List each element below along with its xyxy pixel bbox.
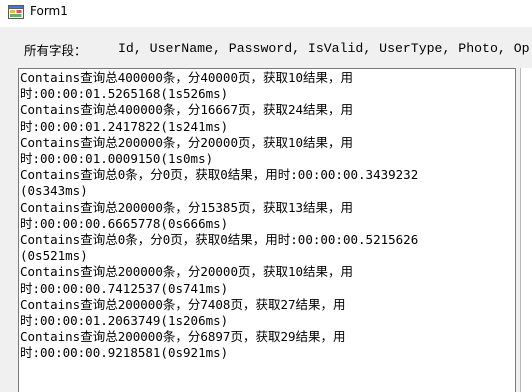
output-line: Contains查询总0条，分0页，获取0结果，用时:00:00:00.3439… — [20, 167, 419, 183]
output-line: Contains查询总200000条，分20000页，获取10结果，用 — [20, 264, 354, 280]
output-line: 时:00:00:01.0009150(1s0ms) — [20, 151, 214, 167]
windows-form-icon — [8, 5, 24, 19]
output-line: 时:00:00:01.5265168(1s526ms) — [20, 86, 229, 102]
output-line: 时:00:00:00.6665778(0s666ms) — [20, 215, 229, 231]
fields-row: 所有字段： Id, UserName, Password, IsValid, U… — [0, 27, 532, 67]
right-panel-edge — [520, 68, 532, 392]
output-line: Contains查询总0条，分0页，获取0结果，用时:00:00:00.5215… — [20, 232, 419, 248]
output-text: Contains查询总400000条，分40000页，获取10结果，用 时:00:… — [20, 70, 515, 362]
output-line: Contains查询总400000条，分16667页，获取24结果，用 — [20, 102, 354, 118]
output-line: Contains查询总400000条，分40000页，获取10结果，用 — [20, 70, 354, 85]
title-bar[interactable]: Form1 — [0, 0, 532, 27]
output-line: Contains查询总200000条，分6897页，获取29结果，用 — [20, 329, 346, 345]
output-line: 时:00:00:00.7412537(0s741ms) — [20, 280, 229, 296]
output-line: (0s521ms) — [20, 248, 88, 264]
output-line: Contains查询总200000条，分15385页，获取13结果，用 — [20, 199, 354, 215]
window-title: Form1 — [30, 4, 68, 18]
output-line: Contains查询总200000条，分7408页，获取27结果，用 — [20, 296, 346, 312]
output-line: Contains查询总200000条，分20000页，获取10结果，用 — [20, 134, 354, 150]
output-line: 时:00:00:00.9218581(0s921ms) — [20, 345, 229, 361]
output-line: 时:00:00:01.2063749(1s206ms) — [20, 313, 229, 329]
fields-label: 所有字段： — [24, 43, 87, 58]
output-line: (0s343ms) — [20, 183, 88, 199]
fields-value: Id, UserName, Password, IsValid, UserTyp… — [118, 41, 530, 56]
output-textbox[interactable]: Contains查询总400000条，分40000页，获取10结果，用 时:00:… — [18, 68, 516, 392]
output-line: 时:00:00:01.2417822(1s241ms) — [20, 118, 229, 134]
